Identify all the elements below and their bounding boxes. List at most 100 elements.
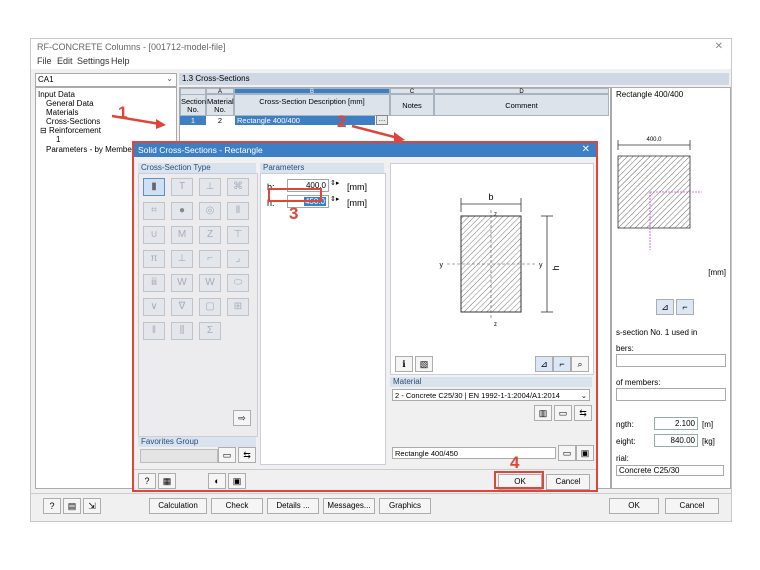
preview-dim-label: 400.0 (646, 137, 662, 143)
u-section-icon[interactable]: ∪ (143, 226, 165, 244)
dialog-cancel-button[interactable]: Cancel (546, 474, 590, 490)
h-dim-label: h (551, 265, 561, 270)
favorites-edit-icon[interactable]: ⇆ (238, 447, 256, 463)
col-material: Material No. (206, 94, 234, 116)
triple-bar-icon[interactable]: ⫼ (171, 322, 193, 340)
info-icon[interactable]: ℹ (395, 356, 413, 372)
tree-cross-sections[interactable]: Cross-Sections (46, 117, 100, 126)
messages-button[interactable]: Messages... (323, 498, 375, 514)
import-icon[interactable]: ⇨ (233, 410, 251, 426)
row-description[interactable]: Rectangle 400/400 (235, 116, 375, 125)
col-notes: Notes (390, 94, 434, 116)
view-icon-2[interactable]: ⌐ (676, 299, 694, 315)
material-select[interactable]: 2 - Concrete C25/30 | EN 1992-1-1:2004/A… (392, 389, 590, 401)
cross-section-icon[interactable]: ⌘ (227, 178, 249, 196)
material-folder-icon[interactable]: ▭ (554, 405, 572, 421)
parameters-header: Parameters (260, 163, 384, 173)
help-icon[interactable]: ? (43, 498, 61, 514)
favorites-combo[interactable] (140, 449, 218, 463)
tree-general-data[interactable]: General Data (46, 99, 94, 108)
rectangle-type-icon[interactable]: ▮ (143, 178, 165, 196)
close-icon[interactable]: ✕ (715, 41, 723, 52)
circle-icon[interactable]: ● (171, 202, 193, 220)
type-panel-header: Cross-Section Type (138, 163, 256, 173)
section-name-field[interactable]: Rectangle 400/450 (392, 447, 556, 459)
table-title-bar: 1.3 Cross-Sections (179, 73, 729, 85)
save-settings-icon[interactable]: ▤ (63, 498, 81, 514)
corner-icon[interactable]: ⌟ (227, 250, 249, 268)
menu-file[interactable]: File (37, 56, 52, 66)
weight-value: 840.00 (654, 434, 698, 447)
sigma-icon[interactable]: Σ (199, 322, 221, 340)
export-icon[interactable]: ⇲ (83, 498, 101, 514)
menu-help[interactable]: Help (111, 56, 130, 66)
name-save-icon[interactable]: ▣ (576, 445, 594, 461)
check-button[interactable]: Check (211, 498, 263, 514)
col-section: Section No. (180, 94, 206, 116)
row-material[interactable]: 2 (206, 116, 234, 125)
tree-reinforcement-1[interactable]: 1 (56, 135, 60, 144)
favorites-folder-icon[interactable]: ▭ (218, 447, 236, 463)
cancel-button[interactable]: Cancel (665, 498, 719, 514)
w2-section-icon[interactable]: W (199, 274, 221, 292)
dialog-units-icon[interactable]: ▦ (158, 473, 176, 489)
oval-icon[interactable]: ⬭ (227, 274, 249, 292)
inverted-t-icon[interactable]: ⊥ (199, 178, 221, 196)
menu-bar: File Edit Settings Help (31, 55, 731, 69)
i-section-icon[interactable]: Ⅱ (227, 202, 249, 220)
graphics-button[interactable]: Graphics (379, 498, 431, 514)
dialog-open-icon[interactable]: ◐ (208, 473, 226, 489)
tree-materials[interactable]: Materials (46, 108, 78, 117)
case-combo[interactable]: CA1 ⌄ (35, 73, 177, 87)
double-t-icon[interactable]: ⅲ (143, 274, 165, 292)
menu-settings[interactable]: Settings (77, 56, 110, 66)
v2-section-icon[interactable]: ∇ (171, 298, 193, 316)
z-axis-label-top: z (494, 212, 497, 218)
b-dim-label: b (488, 192, 493, 202)
dialog-help-icon[interactable]: ? (138, 473, 156, 489)
v-section-icon[interactable]: ∨ (143, 298, 165, 316)
dialog-save-icon[interactable]: ▣ (228, 473, 246, 489)
t-section-icon[interactable]: T (171, 178, 193, 196)
hollow-box-icon[interactable]: ⊞ (227, 298, 249, 316)
solid-cross-sections-dialog: Solid Cross-Sections - Rectangle ✕ Cross… (132, 141, 598, 492)
t-top-icon[interactable]: ⊤ (227, 226, 249, 244)
box-icon[interactable]: ▢ (199, 298, 221, 316)
dialog-close-icon[interactable]: ✕ (582, 144, 590, 155)
double-bar-icon[interactable]: ‖ (143, 322, 165, 340)
tree-input-data[interactable]: Input Data (38, 90, 75, 99)
name-folder-icon[interactable]: ▭ (558, 445, 576, 461)
tree-reinforcement[interactable]: ⊟ Reinforcement (40, 126, 101, 135)
display-icon[interactable]: ▧ (415, 356, 433, 372)
details-button[interactable]: Details ... (267, 498, 319, 514)
l-section-icon[interactable]: ⊥ (171, 250, 193, 268)
row-no[interactable]: 1 (180, 116, 206, 125)
tree-parameters[interactable]: Parameters - by Member (46, 145, 134, 154)
annotation-2: 2 (337, 112, 347, 131)
edit-section-button[interactable]: … (376, 115, 388, 125)
ring-icon[interactable]: ◎ (199, 202, 221, 220)
z-section-icon[interactable]: Z (199, 226, 221, 244)
menu-edit[interactable]: Edit (57, 56, 73, 66)
favorites-header: Favorites Group (138, 437, 256, 447)
zoom-icon[interactable]: ⌕ (571, 356, 589, 372)
material-edit-icon[interactable]: ⇆ (574, 405, 592, 421)
z-axis-label-bottom: z (494, 322, 497, 328)
tt-section-icon[interactable]: π (143, 250, 165, 268)
annotation-4: 4 (510, 453, 520, 472)
dimension-icon[interactable]: ⊿ (535, 356, 553, 372)
b-spinner-icon[interactable]: ⇕▸ (330, 179, 339, 187)
annotation-1: 1 (118, 103, 128, 122)
ok-button[interactable]: OK (609, 498, 659, 514)
calculation-button[interactable]: Calculation (149, 498, 207, 514)
material-library-icon[interactable]: ▥ (534, 405, 552, 421)
section-preview-drawing: 400.0 (617, 137, 702, 250)
w-section-icon[interactable]: W (171, 274, 193, 292)
x-section-icon[interactable]: ⌗ (143, 202, 165, 220)
m-section-icon[interactable]: M (171, 226, 193, 244)
axes-icon[interactable]: ⌐ (553, 356, 571, 372)
h-spinner-icon[interactable]: ⇕▸ (330, 195, 339, 203)
view-icon-1[interactable]: ⊿ (656, 299, 674, 315)
angle-icon[interactable]: ⌐ (199, 250, 221, 268)
chevron-down-icon: ⌄ (166, 74, 173, 83)
